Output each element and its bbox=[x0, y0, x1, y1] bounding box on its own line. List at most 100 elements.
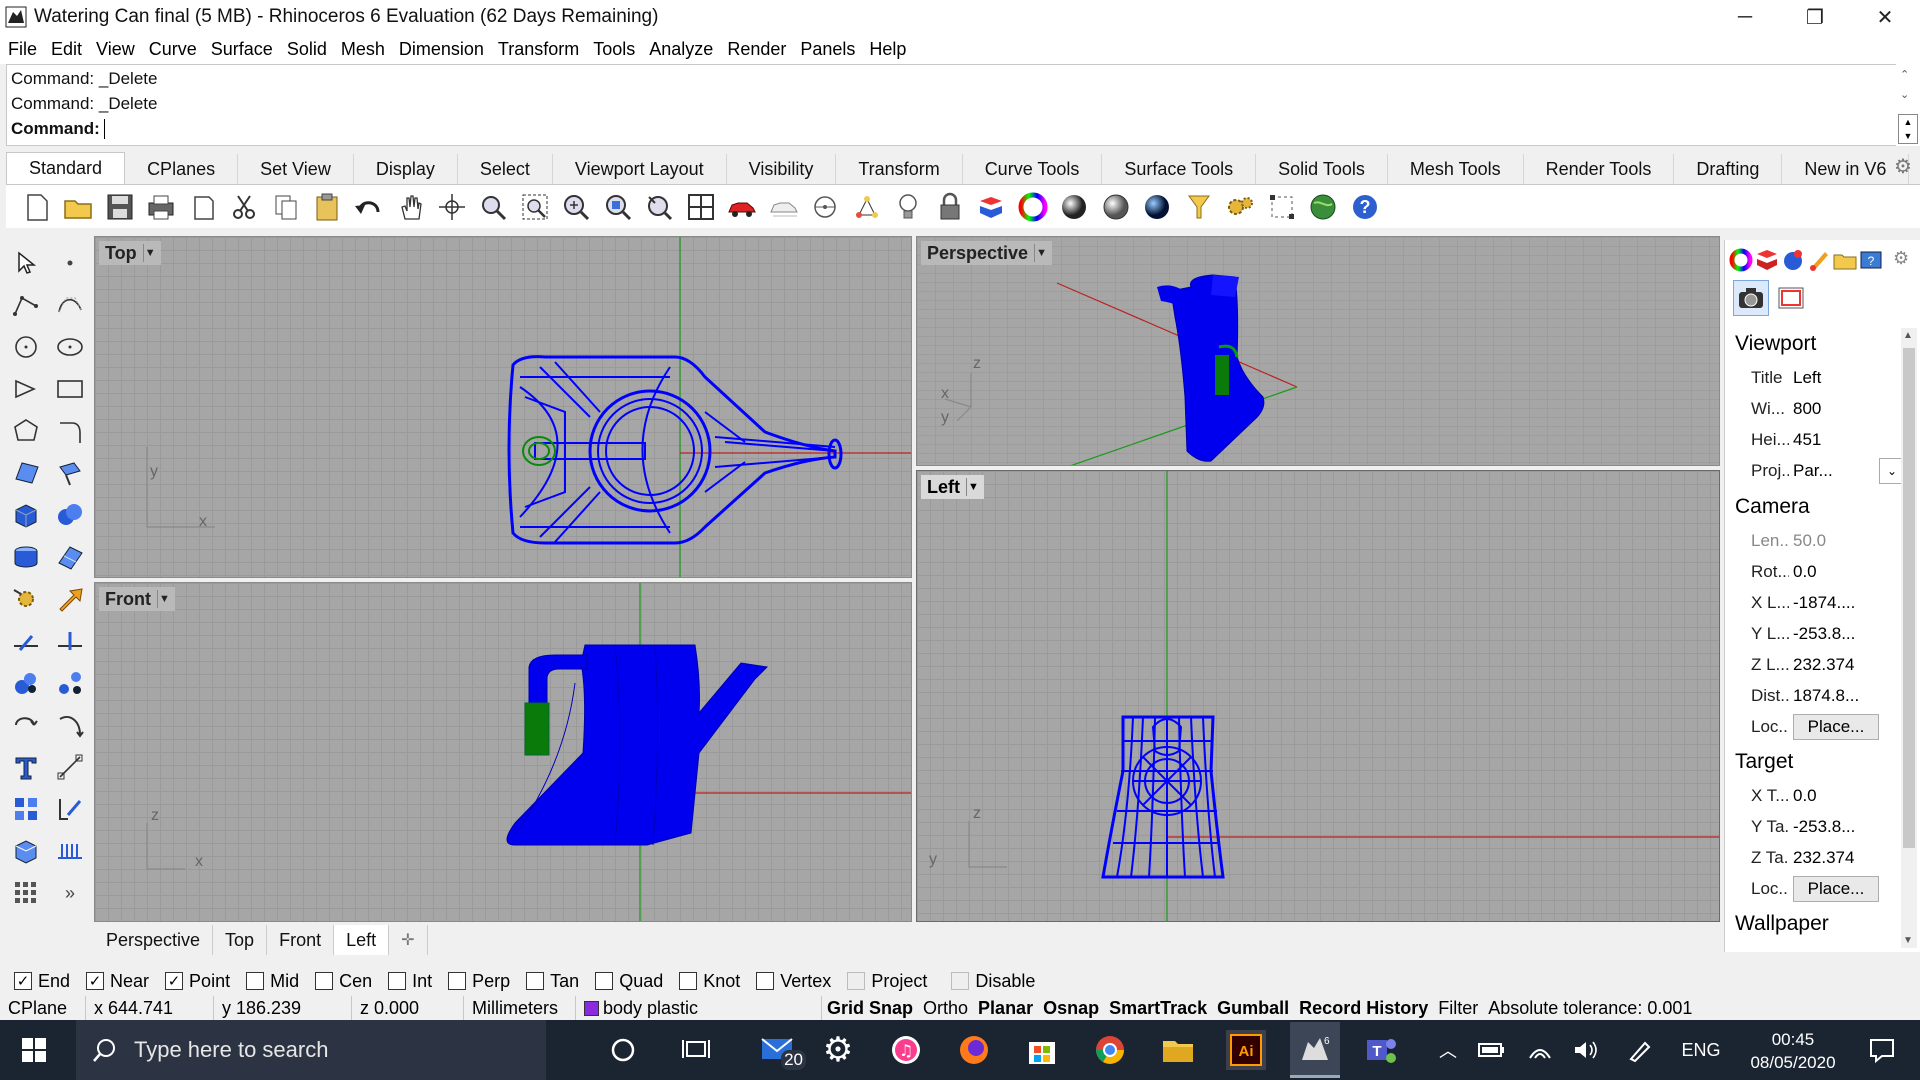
surface-from-points-icon[interactable] bbox=[8, 455, 44, 491]
four-viewports-icon[interactable] bbox=[680, 187, 722, 227]
osnap-cen[interactable]: Cen bbox=[315, 971, 372, 992]
materials-panel-icon[interactable] bbox=[1781, 248, 1805, 272]
zoom-selected-icon[interactable] bbox=[597, 187, 639, 227]
cplane-indicator[interactable]: CPlane bbox=[0, 996, 86, 1020]
file-explorer-icon[interactable] bbox=[1158, 1030, 1198, 1070]
ghosted-display-icon[interactable] bbox=[763, 187, 805, 227]
dropdown-arrow-icon[interactable]: ▼ bbox=[156, 590, 171, 608]
osnap-tan[interactable]: Tan bbox=[526, 971, 579, 992]
globe-icon[interactable] bbox=[1303, 187, 1345, 227]
tab-cplanes[interactable]: CPlanes bbox=[125, 154, 239, 184]
cortana-icon[interactable] bbox=[603, 1030, 643, 1070]
checkbox-icon[interactable] bbox=[756, 972, 775, 990]
extrude-surface-icon[interactable] bbox=[52, 455, 88, 491]
viewport-left-label[interactable]: Left ▼ bbox=[921, 475, 984, 499]
property-value[interactable]: -253.8... bbox=[1789, 817, 1905, 837]
color-wheel-panel-icon[interactable] bbox=[1729, 248, 1753, 272]
current-layer[interactable]: body plastic bbox=[576, 996, 822, 1020]
checkbox-icon[interactable] bbox=[315, 972, 334, 990]
restore-button[interactable]: ❐ bbox=[1780, 0, 1850, 34]
menu-edit[interactable]: Edit bbox=[51, 39, 82, 60]
volume-icon[interactable] bbox=[1566, 1030, 1606, 1070]
osnap-perp[interactable]: Perp bbox=[448, 971, 510, 992]
gumball-toggle[interactable]: Gumball bbox=[1212, 996, 1294, 1020]
viewport-front[interactable]: z x Front ▼ bbox=[94, 582, 912, 922]
viewport-top-label[interactable]: Top ▼ bbox=[99, 241, 161, 265]
osnap-near[interactable]: ✓ Near bbox=[86, 971, 149, 992]
mail-app-icon[interactable]: 20 bbox=[752, 1030, 808, 1070]
tab-transform[interactable]: Transform bbox=[836, 154, 963, 184]
fillet-curve-icon[interactable] bbox=[52, 413, 88, 449]
teams-icon[interactable]: T bbox=[1362, 1030, 1402, 1070]
rotate-tool-icon[interactable] bbox=[8, 707, 44, 743]
osnap-end[interactable]: ✓ End bbox=[14, 971, 70, 992]
zoom-icon[interactable] bbox=[473, 187, 515, 227]
point-on-icon[interactable] bbox=[846, 187, 888, 227]
checkbox-icon[interactable] bbox=[448, 972, 467, 990]
plane-surface-icon[interactable] bbox=[52, 539, 88, 575]
osnap-disable[interactable]: Disable bbox=[951, 971, 1035, 992]
polygon-tool-icon[interactable] bbox=[8, 413, 44, 449]
viewport-tab-perspective[interactable]: Perspective bbox=[94, 925, 214, 955]
scroll-down-icon[interactable]: ▼ bbox=[1903, 935, 1913, 946]
viewport-tab-front[interactable]: Front bbox=[267, 925, 335, 955]
pen-workspace-icon[interactable] bbox=[1620, 1030, 1660, 1070]
menu-solid[interactable]: Solid bbox=[287, 39, 327, 60]
projection-select[interactable]: Par... bbox=[1789, 461, 1879, 481]
tab-select[interactable]: Select bbox=[458, 154, 553, 184]
ellipse-tool-icon[interactable] bbox=[52, 329, 88, 365]
viewport-properties-icon[interactable] bbox=[182, 187, 224, 227]
property-value[interactable]: 232.374 bbox=[1789, 655, 1905, 675]
array-tool-icon[interactable] bbox=[8, 791, 44, 827]
chrome-icon[interactable] bbox=[1090, 1030, 1130, 1070]
undo-view-change-icon[interactable] bbox=[639, 187, 681, 227]
notifications-icon[interactable] bbox=[1862, 1030, 1902, 1070]
osnap-int[interactable]: Int bbox=[388, 971, 432, 992]
material-sphere-icon[interactable] bbox=[1137, 187, 1179, 227]
tab-drafting[interactable]: Drafting bbox=[1674, 154, 1783, 184]
viewport-left[interactable]: z y Left ▼ bbox=[916, 470, 1720, 922]
minimize-button[interactable]: ─ bbox=[1710, 0, 1780, 34]
wifi-icon[interactable] bbox=[1520, 1030, 1560, 1070]
osnap-vertex[interactable]: Vertex bbox=[756, 971, 831, 992]
menu-tools[interactable]: Tools bbox=[593, 39, 635, 60]
dropdown-arrow-icon[interactable]: ▼ bbox=[1034, 244, 1048, 262]
menu-panels[interactable]: Panels bbox=[800, 39, 855, 60]
point-tool-icon[interactable] bbox=[52, 245, 88, 281]
checkbox-icon[interactable] bbox=[847, 972, 866, 990]
tab-display[interactable]: Display bbox=[354, 154, 458, 184]
scroll-down-icon[interactable]: ⌄ bbox=[1900, 88, 1909, 101]
checkbox-icon[interactable] bbox=[595, 972, 614, 990]
menu-view[interactable]: View bbox=[96, 39, 135, 60]
viewport-tab-top[interactable]: Top bbox=[213, 925, 268, 955]
osnap-project[interactable]: Project bbox=[847, 971, 927, 992]
property-value[interactable]: Left bbox=[1789, 368, 1905, 388]
boolean-union-icon[interactable] bbox=[52, 497, 88, 533]
planar-toggle[interactable]: Planar bbox=[973, 996, 1038, 1020]
menu-analyze[interactable]: Analyze bbox=[649, 39, 713, 60]
text-tool-icon[interactable] bbox=[8, 749, 44, 785]
display-properties-icon[interactable] bbox=[1773, 280, 1809, 316]
save-icon[interactable] bbox=[99, 187, 141, 227]
cylinder-solid-icon[interactable] bbox=[8, 539, 44, 575]
viewport-perspective-label[interactable]: Perspective ▼ bbox=[921, 241, 1053, 265]
smarttrack-toggle[interactable]: SmartTrack bbox=[1104, 996, 1212, 1020]
zoom-extents-icon[interactable] bbox=[556, 187, 598, 227]
viewport-perspective[interactable]: z x y Perspective ▼ bbox=[916, 236, 1720, 466]
menu-transform[interactable]: Transform bbox=[498, 39, 579, 60]
arc-tool-icon[interactable] bbox=[8, 371, 44, 407]
property-value[interactable]: 1874.8... bbox=[1789, 686, 1905, 706]
light-bulb-icon[interactable] bbox=[888, 187, 930, 227]
print-icon[interactable] bbox=[141, 187, 183, 227]
checkbox-icon[interactable] bbox=[951, 972, 970, 990]
mesh-tools-icon[interactable] bbox=[8, 581, 44, 617]
filter-icon[interactable] bbox=[1178, 187, 1220, 227]
tab-surface-tools[interactable]: Surface Tools bbox=[1102, 154, 1257, 184]
firefox-icon[interactable] bbox=[954, 1030, 994, 1070]
checkbox-icon[interactable] bbox=[246, 972, 265, 990]
osnap-mid[interactable]: Mid bbox=[246, 971, 299, 992]
grid-snap-toggle[interactable]: Grid Snap bbox=[822, 996, 918, 1020]
tab-visibility[interactable]: Visibility bbox=[727, 154, 837, 184]
taskbar-search-box[interactable]: Type here to search bbox=[76, 1020, 546, 1080]
explode-objects-icon[interactable] bbox=[52, 665, 88, 701]
